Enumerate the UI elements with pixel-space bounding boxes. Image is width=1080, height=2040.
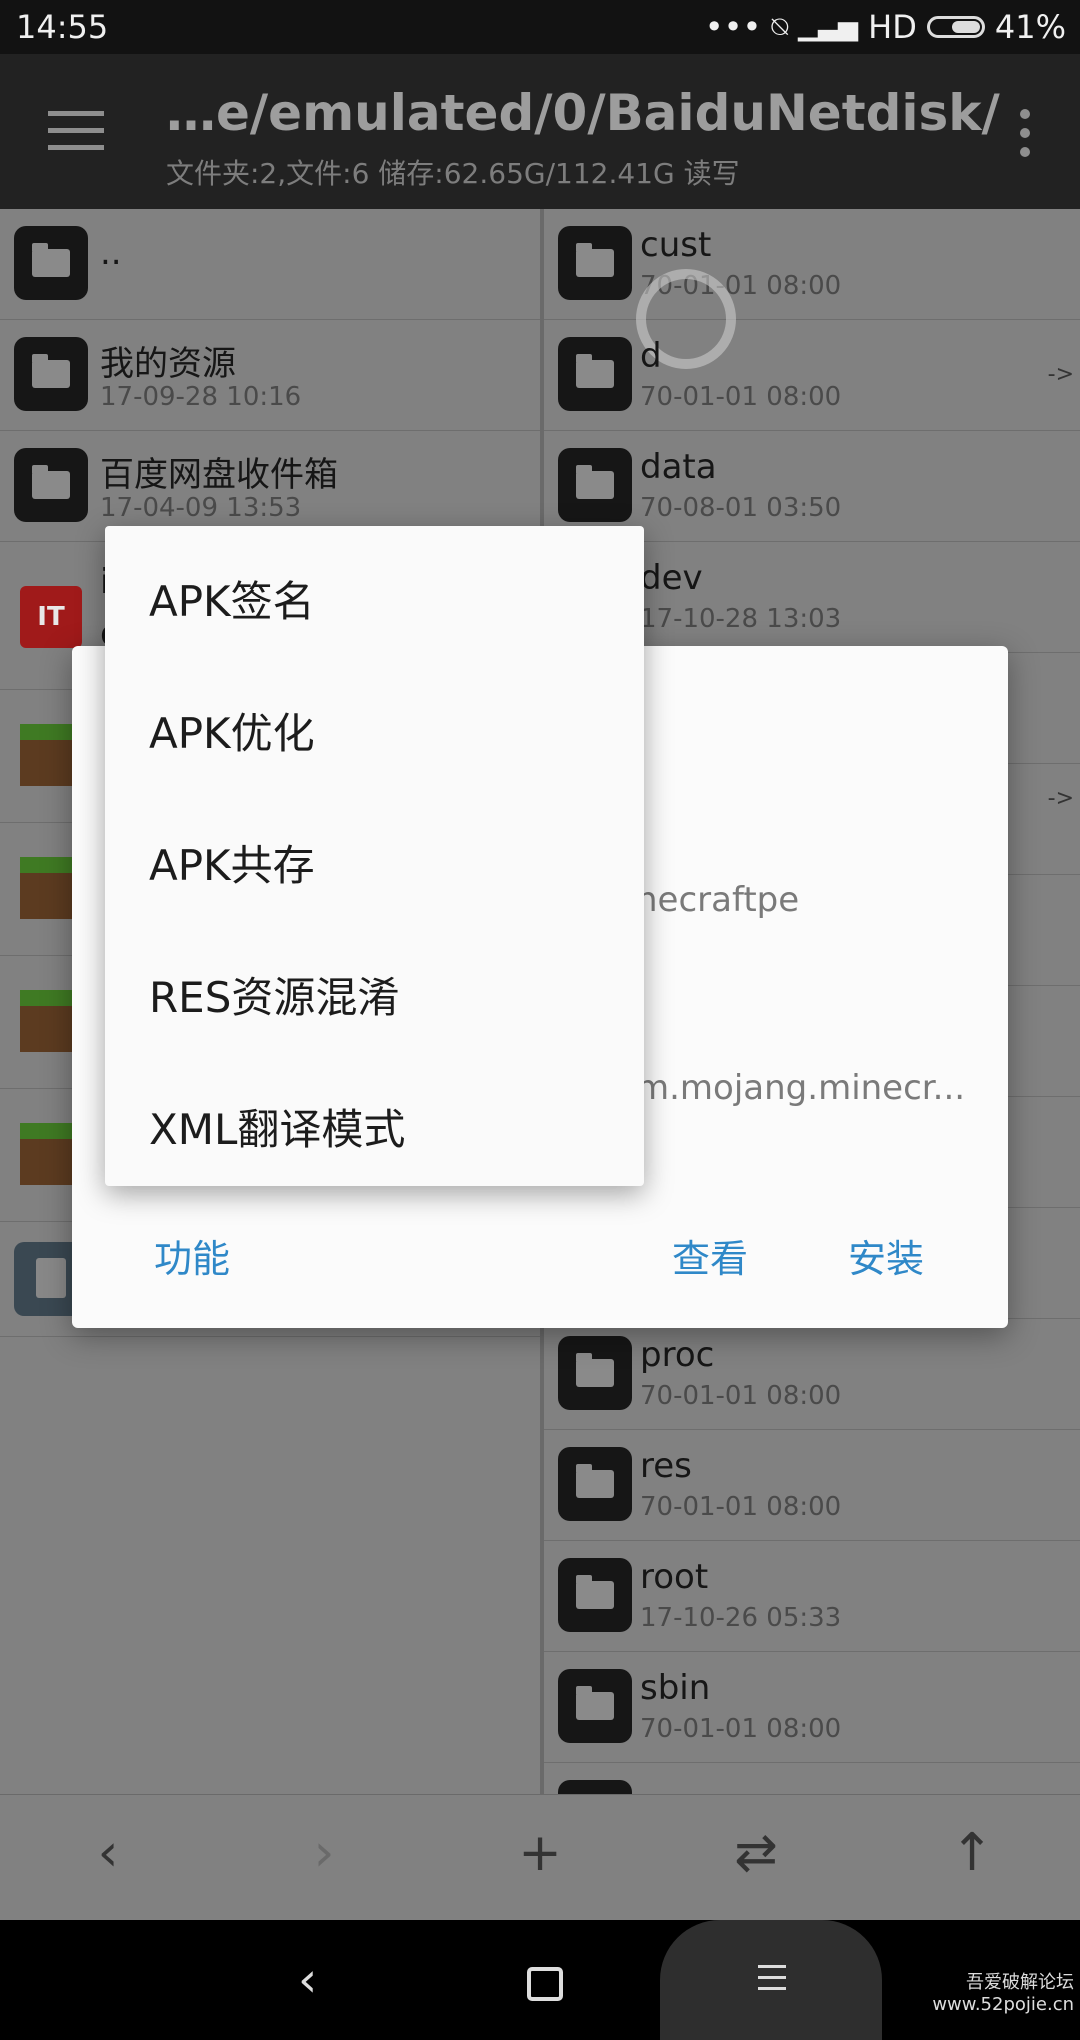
network-type: HD: [868, 8, 917, 46]
file-row-parent[interactable]: ..: [0, 209, 540, 320]
file-name: dev: [640, 558, 703, 598]
folder-icon: [14, 337, 88, 411]
back-button[interactable]: ‹: [68, 1823, 148, 1883]
add-button[interactable]: +: [500, 1823, 580, 1883]
status-bar: 14:55 ••• ⍉ ▁▃▅ HD 41%: [0, 0, 1080, 54]
file-row[interactable]: proc 70-01-01 08:00: [544, 1319, 1080, 1430]
file-name: proc: [640, 1335, 715, 1375]
battery-icon: [926, 16, 985, 38]
minecraft-apk-icon: [20, 857, 74, 919]
minecraft-apk-icon: [20, 724, 74, 786]
clock: 14:55: [16, 8, 109, 46]
folder-icon: [558, 1336, 632, 1410]
function-popup-menu: APK签名 APK优化 APK共存 RES资源混淆 XML翻译模式: [105, 526, 644, 1186]
status-icons: ••• ⍉ ▁▃▅ HD 41%: [705, 8, 1066, 46]
app-toolbar: …e/emulated/0/BaiduNetdisk/ 文件夹:2,文件:6 储…: [0, 54, 1080, 209]
parent-folder-button[interactable]: ↑: [932, 1823, 1012, 1883]
watermark: 吾爱破解论坛 www.52pojie.cn: [932, 1972, 1074, 2015]
folder-icon: [558, 226, 632, 300]
folder-icon: [558, 1558, 632, 1632]
signal-icon: ▁▃▅: [798, 12, 859, 42]
file-date: 70-01-01 08:00: [640, 382, 842, 412]
menu-icon[interactable]: [48, 111, 104, 151]
file-date: 70-08-01 03:50: [640, 493, 842, 523]
menu-item-apk-coexist[interactable]: APK共存: [149, 832, 315, 893]
folder-icon: [558, 337, 632, 411]
menu-item-xml-translate[interactable]: XML翻译模式: [149, 1096, 405, 1157]
view-button[interactable]: 查看: [672, 1228, 748, 1283]
minecraft-apk-icon: [20, 990, 74, 1052]
file-name: sbin: [640, 1668, 711, 1708]
file-date: 17-10-26 05:33: [640, 1603, 842, 1633]
forward-button[interactable]: ›: [284, 1823, 364, 1883]
vibrate-icon: ⍉: [771, 10, 789, 43]
file-row[interactable]: res 70-01-01 08:00: [544, 1430, 1080, 1541]
install-button[interactable]: 安装: [848, 1228, 924, 1283]
folder-icon: [14, 226, 88, 300]
file-date: 70-01-01 08:00: [640, 1714, 842, 1744]
file-date: 70-01-01 08:00: [640, 1381, 842, 1411]
folder-icon: [558, 1669, 632, 1743]
file-date: 17-09-28 10:16: [100, 382, 302, 412]
more-notifications-icon: •••: [704, 8, 762, 46]
file-name: 百度网盘收件箱: [100, 455, 338, 495]
function-button[interactable]: 功能: [154, 1228, 230, 1283]
file-row[interactable]: d 70-01-01 08:00 ->: [544, 320, 1080, 431]
file-date: 17-04-09 13:53: [100, 493, 302, 523]
bottom-toolbar: ‹ › + ⇄ ↑: [0, 1794, 1080, 1921]
current-path: …e/emulated/0/BaiduNetdisk/: [166, 84, 1000, 142]
nav-home-button[interactable]: [527, 1967, 563, 2001]
folder-icon: [558, 1780, 632, 1794]
file-row[interactable]: cust 70-01-01 08:00: [544, 209, 1080, 369]
menu-item-apk-optimize[interactable]: APK优化: [149, 700, 315, 761]
file-row[interactable]: sbin 70-01-01 08:00: [544, 1652, 1080, 1763]
nav-menu-button[interactable]: [758, 1965, 786, 1998]
file-row[interactable]: 我的资源 17-09-28 10:16: [0, 320, 540, 431]
nav-back-button[interactable]: ‹: [298, 1952, 317, 2008]
dialog-app-name: necraftpe: [636, 880, 800, 920]
file-name: root: [640, 1557, 709, 1597]
symlink-indicator: ->: [1047, 362, 1074, 387]
file-name: data: [640, 447, 717, 487]
folder-icon: [558, 1447, 632, 1521]
file-row[interactable]: root 17-10-26 05:33: [544, 1541, 1080, 1652]
file-row[interactable]: [544, 1763, 1080, 1794]
file-name: d: [640, 336, 662, 376]
file-name: ..: [100, 233, 122, 273]
battery-percent: 41%: [994, 8, 1066, 46]
dialog-package-name: m.mojang.minecr...: [636, 1068, 966, 1108]
file-date: 17-10-28 13:03: [640, 604, 842, 634]
ithome-app-icon: IT: [20, 586, 82, 648]
folder-icon: [558, 448, 632, 522]
file-date: 70-01-01 08:00: [640, 1492, 842, 1522]
overflow-menu-icon[interactable]: [1020, 109, 1030, 166]
file-name: cust: [640, 225, 712, 265]
system-nav-bar: ‹ 吾爱破解论坛 www.52pojie.cn: [0, 1920, 1080, 2040]
swap-panes-button[interactable]: ⇄: [716, 1823, 796, 1883]
file-name: 我的资源: [100, 344, 236, 384]
menu-item-res-obfuscate[interactable]: RES资源混淆: [149, 964, 399, 1025]
minecraft-apk-icon: [20, 1123, 74, 1185]
menu-item-apk-sign[interactable]: APK签名: [149, 568, 315, 629]
symlink-indicator: ->: [1047, 786, 1074, 811]
folder-icon: [14, 448, 88, 522]
storage-info: 文件夹:2,文件:6 储存:62.65G/112.41G 读写: [166, 157, 740, 190]
file-name: res: [640, 1446, 692, 1486]
